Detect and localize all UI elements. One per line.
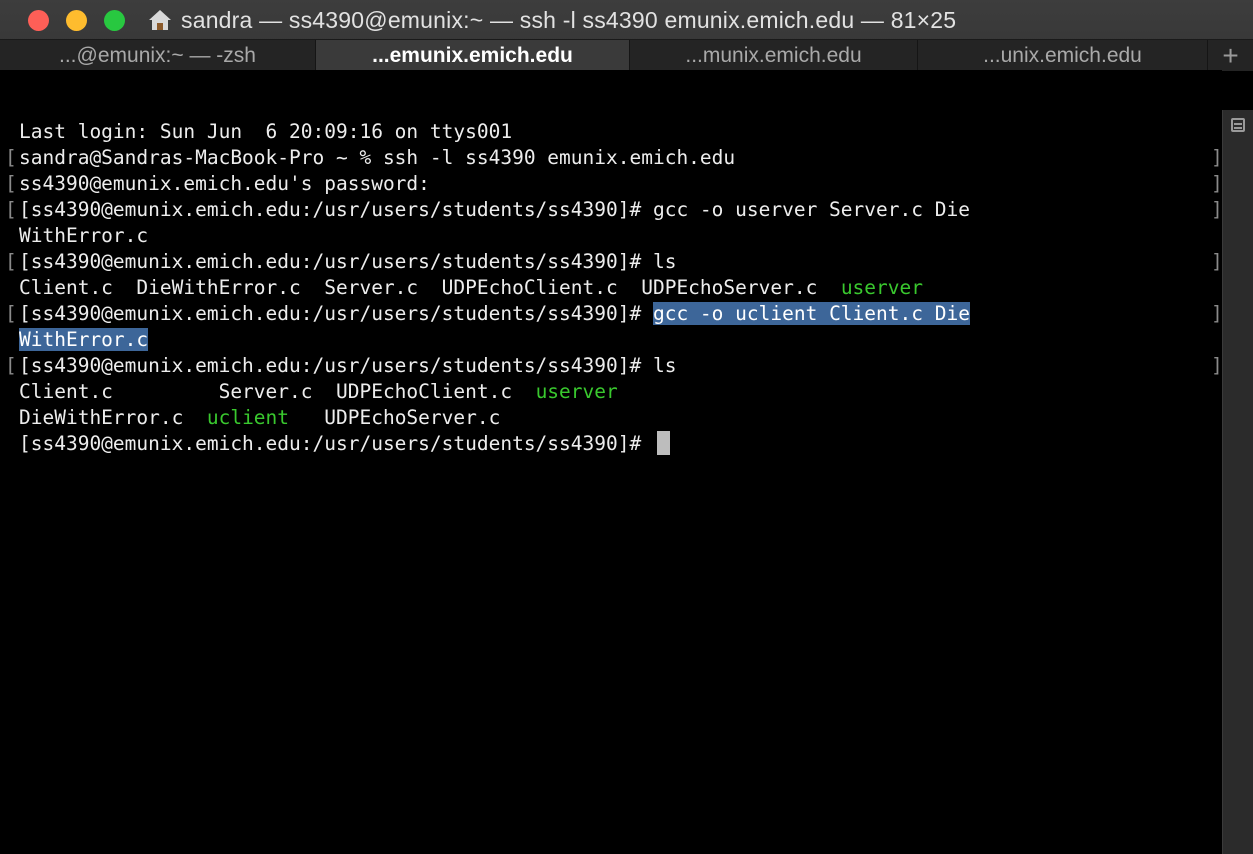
terminal-line: [[ss4390@emunix.emich.edu:/usr/users/stu… (5, 198, 1223, 221)
tab-zsh[interactable]: ...@emunix:~ — -zsh (0, 40, 316, 71)
line-marker-right: ] (1211, 354, 1223, 377)
line-marker-left: [ (5, 302, 17, 325)
terminal-line: Last login: Sun Jun 6 20:09:16 on ttys00… (19, 120, 513, 143)
selected-text: WithError.c (19, 328, 149, 351)
maximize-button[interactable] (104, 10, 125, 31)
window-title: sandra — ss4390@emunix:~ — ssh -l ss4390… (148, 6, 956, 34)
title-bar[interactable]: sandra — ss4390@emunix:~ — ssh -l ss4390… (0, 0, 1253, 71)
tab-emunix-3[interactable]: ...munix.emich.edu (630, 40, 918, 71)
home-icon (149, 10, 171, 30)
terminal-line: [[ss4390@emunix.emich.edu:/usr/users/stu… (5, 302, 1223, 325)
terminal-line: WithError.c (19, 224, 149, 247)
line-marker-left: [ (5, 146, 17, 169)
terminal-line: Client.c Server.c UDPEchoClient.c userve… (19, 380, 618, 403)
terminal-line: DieWithError.c uclient UDPEchoServer.c (19, 406, 501, 429)
terminal-output[interactable]: Last login: Sun Jun 6 20:09:16 on ttys00… (0, 70, 1223, 854)
line-marker-right: ] (1211, 146, 1223, 169)
terminal-prompt[interactable]: [ss4390@emunix.emich.edu:/usr/users/stud… (19, 431, 670, 457)
split-pane-icon (1230, 118, 1245, 132)
terminal-line: [ss4390@emunix.emich.edu's password:] (5, 172, 1223, 195)
line-marker-left: [ (5, 354, 17, 377)
split-pane-button[interactable] (1222, 110, 1253, 140)
executable-file: uclient (206, 406, 290, 429)
selected-text: gcc -o uclient Client.c Die (652, 302, 970, 325)
text-cursor (656, 431, 670, 455)
terminal-line: [[ss4390@emunix.emich.edu:/usr/users/stu… (5, 250, 1223, 273)
line-marker-left: [ (5, 250, 17, 273)
terminal-line: [[ss4390@emunix.emich.edu:/usr/users/stu… (5, 354, 1223, 377)
line-marker-right: ] (1211, 172, 1223, 195)
close-button[interactable] (28, 10, 49, 31)
terminal-line: WithError.c (19, 327, 149, 353)
line-marker-right: ] (1211, 302, 1223, 325)
scrollbar[interactable] (1222, 110, 1253, 854)
line-marker-right: ] (1211, 250, 1223, 273)
terminal-line: Client.c DieWithError.c Server.c UDPEcho… (19, 276, 923, 299)
executable-file: userver (535, 380, 618, 403)
line-marker-left: [ (5, 172, 17, 195)
terminal-line: [sandra@Sandras-MacBook-Pro ~ % ssh -l s… (5, 146, 1223, 169)
tab-emunix-4[interactable]: ...unix.emich.edu (918, 40, 1208, 71)
line-marker-right: ] (1211, 198, 1223, 221)
line-marker-left: [ (5, 198, 17, 221)
executable-file: userver (840, 276, 923, 299)
minimize-button[interactable] (66, 10, 87, 31)
terminal-window: sandra — ss4390@emunix:~ — ssh -l ss4390… (0, 0, 1253, 854)
new-tab-button[interactable]: + (1208, 40, 1253, 71)
tab-emunix-active[interactable]: ...emunix.emich.edu (316, 40, 630, 71)
tab-bar: ...@emunix:~ — -zsh ...emunix.emich.edu … (0, 39, 1253, 71)
window-title-text: sandra — ss4390@emunix:~ — ssh -l ss4390… (181, 6, 957, 33)
